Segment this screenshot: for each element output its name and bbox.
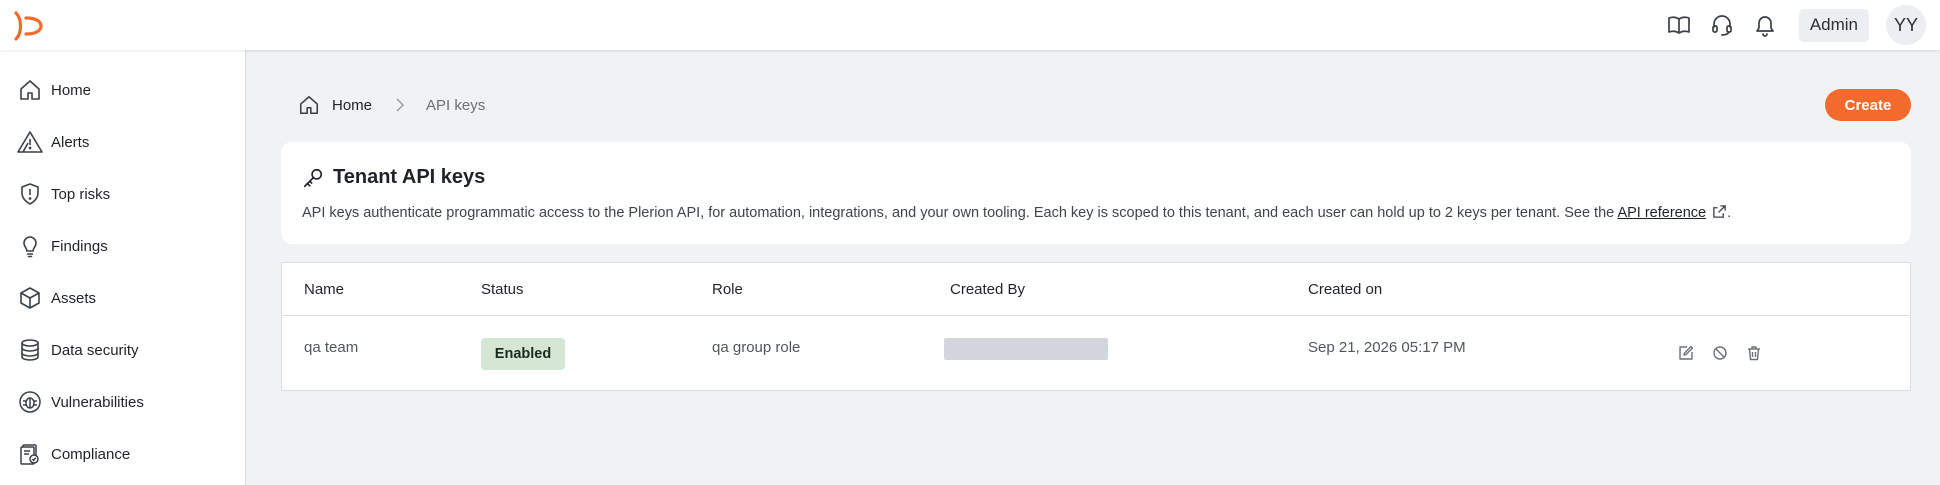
book-icon[interactable] xyxy=(1665,11,1693,39)
key-role: qa group role xyxy=(712,339,801,356)
shield-alert-icon xyxy=(17,181,43,207)
bell-icon[interactable] xyxy=(1751,11,1779,39)
sidebar: Home Alerts Top risks Findings Assets Da… xyxy=(0,50,246,485)
sidebar-item-vulnerabilities[interactable]: Vulnerabilities xyxy=(0,380,246,424)
sidebar-item-label: Alerts xyxy=(51,133,90,151)
column-header-name[interactable]: Name xyxy=(304,281,344,298)
description-text: API keys authenticate programmatic acces… xyxy=(302,205,1615,221)
sidebar-item-data-security[interactable]: Data security xyxy=(0,328,246,372)
admin-menu-button[interactable]: Admin xyxy=(1798,8,1869,42)
sidebar-item-label: Home xyxy=(51,81,92,99)
sidebar-item-findings[interactable]: Findings xyxy=(0,224,246,268)
alert-triangle-icon xyxy=(17,129,43,155)
column-header-status[interactable]: Status xyxy=(481,281,524,298)
card-title-text: Tenant API keys xyxy=(333,166,486,188)
description-trailing: . xyxy=(1727,205,1732,221)
sidebar-item-label: Findings xyxy=(51,237,108,255)
key-name: qa team xyxy=(304,339,359,356)
sidebar-item-label: Assets xyxy=(51,289,97,307)
breadcrumb-current: API keys xyxy=(426,96,486,114)
key-icon xyxy=(302,167,324,189)
sidebar-item-top-risks[interactable]: Top risks xyxy=(0,172,246,216)
edit-icon[interactable] xyxy=(1674,341,1698,365)
sidebar-item-label: Data security xyxy=(51,341,139,359)
status-badge: Enabled xyxy=(481,338,565,370)
card-title: Tenant API keys xyxy=(302,166,485,189)
plerion-logo[interactable] xyxy=(12,9,46,43)
user-avatar[interactable]: YY xyxy=(1886,5,1926,45)
home-icon[interactable] xyxy=(298,94,320,116)
create-button[interactable]: Create xyxy=(1825,89,1911,121)
compliance-icon xyxy=(17,441,43,467)
external-link-icon[interactable] xyxy=(1712,204,1727,223)
cube-icon xyxy=(17,285,43,311)
key-created-on: Sep 21, 2026 05:17 PM xyxy=(1308,339,1466,356)
column-header-created-by[interactable]: Created By xyxy=(950,281,1025,298)
column-header-created-on[interactable]: Created on xyxy=(1308,281,1382,298)
bug-icon xyxy=(17,389,43,415)
card-description: API keys authenticate programmatic acces… xyxy=(302,204,1731,223)
breadcrumb: Home API keys xyxy=(298,92,485,118)
delete-icon[interactable] xyxy=(1742,341,1766,365)
disable-icon[interactable] xyxy=(1708,341,1732,365)
database-icon xyxy=(17,337,43,363)
top-bar: Admin YY xyxy=(0,0,1940,50)
sidebar-item-alerts[interactable]: Alerts xyxy=(0,120,246,164)
sidebar-item-assets[interactable]: Assets xyxy=(0,276,246,320)
home-icon xyxy=(17,77,43,103)
breadcrumb-home-link[interactable]: Home xyxy=(332,97,372,114)
sidebar-item-label: Compliance xyxy=(51,445,131,463)
sidebar-item-label: Top risks xyxy=(51,185,111,203)
created-by-redacted xyxy=(944,338,1108,360)
info-card: Tenant API keys API keys authenticate pr… xyxy=(281,142,1911,244)
headset-icon[interactable] xyxy=(1708,11,1736,39)
api-keys-table: Name Status Role Created By Created on q… xyxy=(281,262,1911,391)
lightbulb-icon xyxy=(17,233,43,259)
table-header: Name Status Role Created By Created on xyxy=(282,263,1910,316)
api-reference-link[interactable]: API reference xyxy=(1617,205,1706,221)
column-header-role[interactable]: Role xyxy=(712,281,743,298)
sidebar-item-label: Vulnerabilities xyxy=(51,393,144,411)
sidebar-item-home[interactable]: Home xyxy=(0,68,246,112)
sidebar-item-compliance[interactable]: Compliance xyxy=(0,432,246,476)
chevron-right-icon xyxy=(394,97,406,113)
